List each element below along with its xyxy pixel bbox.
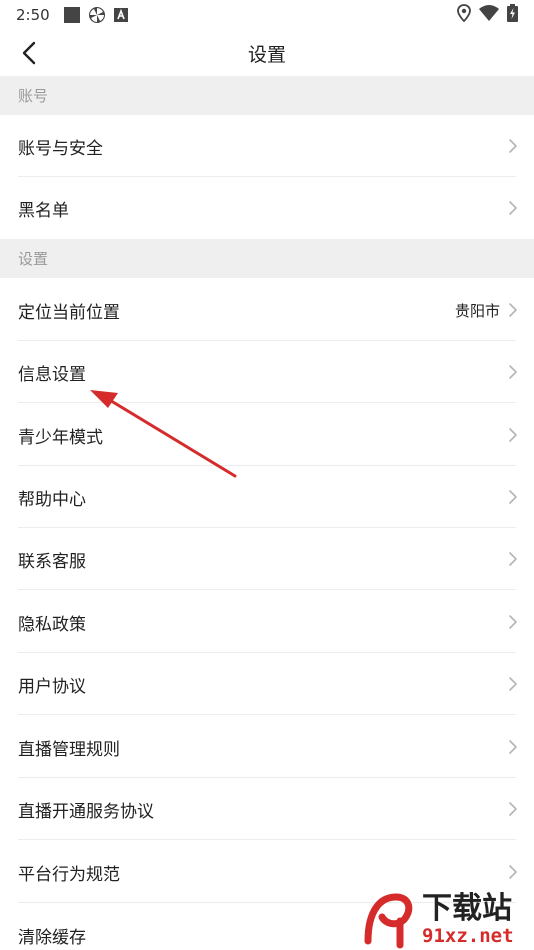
square-icon	[63, 7, 80, 23]
title-bar: 设置	[0, 30, 534, 76]
settings-row-user-agreement[interactable]: 用户协议	[0, 653, 534, 715]
wifi-icon	[479, 5, 499, 25]
status-time: 2:50	[16, 6, 50, 24]
row-label: 直播管理规则	[18, 739, 120, 760]
row-label: 信息设置	[18, 364, 86, 385]
watermark-title: 下载站	[422, 891, 512, 926]
row-label: 平台行为规范	[18, 864, 120, 885]
settings-row-contact-service[interactable]: 联系客服	[0, 528, 534, 590]
row-label: 隐私政策	[18, 614, 86, 635]
page-title: 设置	[247, 43, 286, 66]
settings-row-blacklist[interactable]: 黑名单	[0, 177, 534, 239]
chevron-right-icon	[509, 428, 517, 442]
settings-row-message-settings[interactable]: 信息设置	[0, 341, 534, 403]
chevron-right-icon	[509, 615, 517, 629]
watermark: 下载站 91xz.net	[360, 890, 532, 950]
watermark-url: 91xz.net	[422, 925, 514, 947]
row-label: 黑名单	[18, 200, 69, 221]
settings-row-privacy-policy[interactable]: 隐私政策	[0, 591, 534, 653]
settings-row-help-center[interactable]: 帮助中心	[0, 466, 534, 528]
battery-icon	[507, 4, 518, 26]
row-label: 清除缓存	[18, 928, 86, 948]
settings-row-teen-mode[interactable]: 青少年模式	[0, 404, 534, 466]
status-bar: 2:50	[0, 0, 534, 30]
chevron-right-icon	[509, 490, 517, 504]
chevron-right-icon	[509, 802, 517, 816]
settings-row-live-rules[interactable]: 直播管理规则	[0, 716, 534, 778]
row-label: 帮助中心	[18, 489, 86, 510]
chevron-right-icon	[509, 865, 517, 879]
section-header-account: 账号	[0, 76, 534, 115]
chevron-right-icon	[509, 303, 517, 317]
a-badge-icon	[113, 8, 128, 22]
status-right-icons	[457, 0, 518, 30]
back-button[interactable]	[12, 36, 46, 70]
chevron-right-icon	[509, 740, 517, 754]
row-label: 联系客服	[18, 551, 86, 572]
chevron-left-icon	[22, 41, 36, 65]
location-value: 贵阳市	[454, 301, 500, 320]
section-header-settings: 设置	[0, 239, 534, 278]
watermark-logo-icon	[364, 893, 413, 949]
location-icon	[457, 4, 471, 26]
chevron-right-icon	[509, 139, 517, 153]
row-label: 账号与安全	[18, 138, 103, 159]
row-label: 直播开通服务协议	[18, 801, 154, 822]
chevron-right-icon	[509, 677, 517, 691]
chevron-right-icon	[509, 365, 517, 379]
row-label: 定位当前位置	[18, 302, 120, 323]
row-label: 青少年模式	[18, 427, 103, 448]
chevron-right-icon	[509, 201, 517, 215]
row-label: 用户协议	[18, 676, 86, 697]
chevron-right-icon	[509, 552, 517, 566]
settings-row-live-service-agreement[interactable]: 直播开通服务协议	[0, 778, 534, 840]
settings-row-account-security[interactable]: 账号与安全	[0, 115, 534, 177]
pinwheel-icon	[88, 6, 106, 24]
settings-row-location[interactable]: 定位当前位置 贵阳市	[0, 279, 534, 341]
